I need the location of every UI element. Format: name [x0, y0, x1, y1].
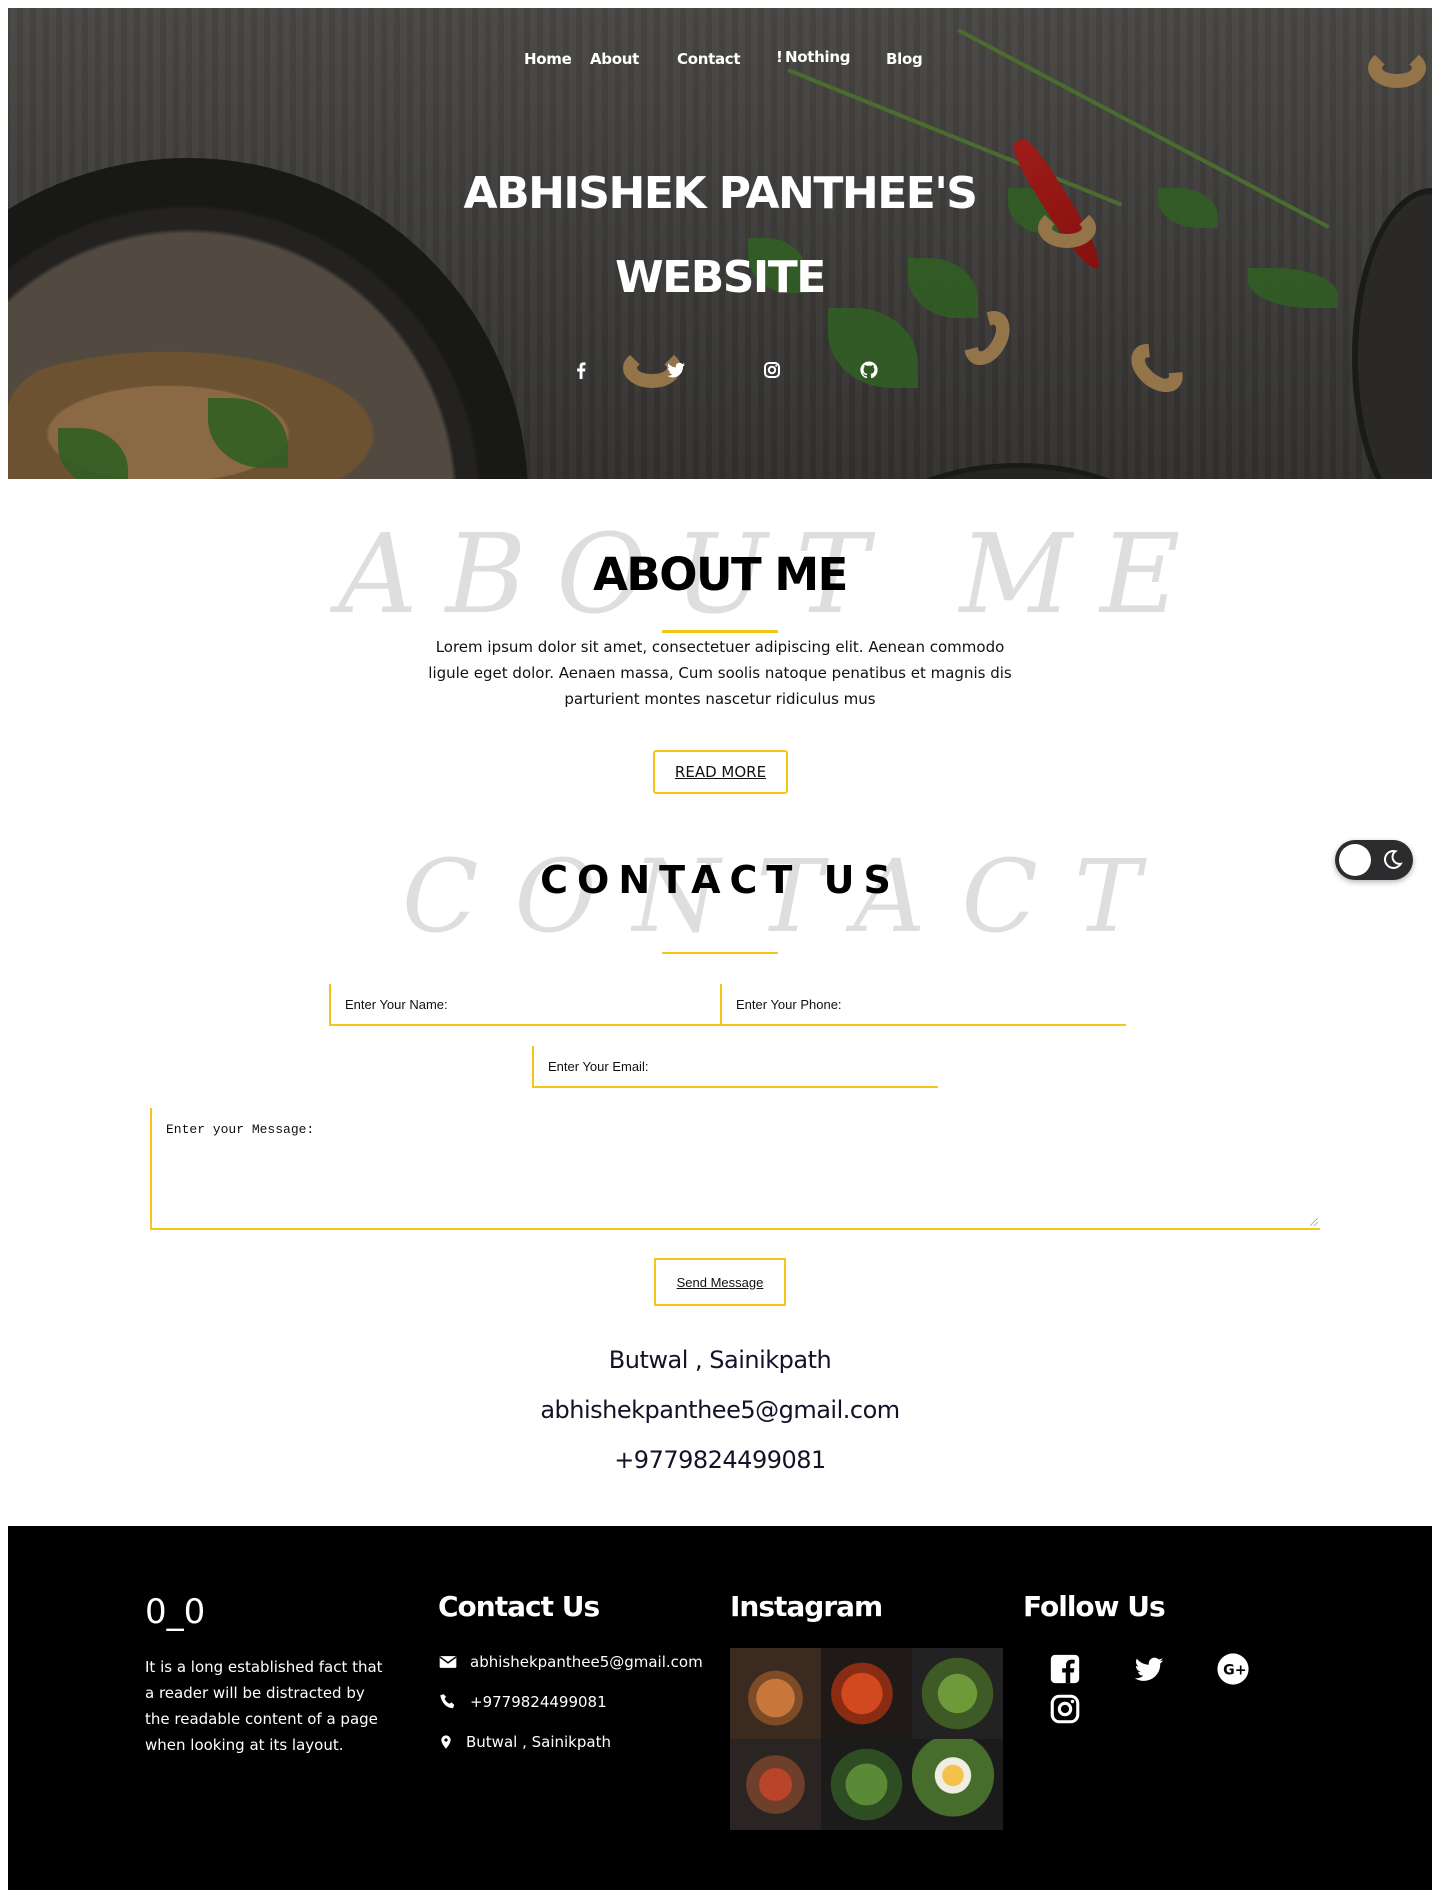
main-nav: Home About Contact ! Nothing Blog [8, 48, 1432, 72]
nav-about[interactable]: About [590, 50, 639, 68]
nav-contact[interactable]: Contact [677, 50, 741, 68]
about-heading: ABOUT ME [593, 548, 848, 601]
svg-text:G+: G+ [1223, 1663, 1246, 1679]
github-icon[interactable] [857, 358, 881, 382]
contact-heading: CONTACT US [540, 858, 900, 902]
exclamation-icon: ! [776, 48, 783, 66]
footer-follow-heading: Follow Us [1023, 1590, 1166, 1623]
facebook-square-icon[interactable] [1048, 1652, 1082, 1686]
name-input[interactable]: Enter Your Name: [329, 984, 721, 1026]
nav-blog[interactable]: Blog [886, 50, 923, 68]
instagram-photo[interactable] [912, 1739, 1003, 1830]
footer-email: abhishekpanthee5@gmail.com [470, 1653, 703, 1671]
instagram-photo[interactable] [821, 1648, 912, 1739]
contact-address: Butwal , Sainikpath [608, 1346, 832, 1374]
google-plus-icon[interactable]: G+ [1216, 1652, 1250, 1686]
facebook-icon[interactable] [569, 358, 593, 382]
nav-nothing-label: Nothing [785, 48, 851, 66]
instagram-icon[interactable] [1048, 1692, 1082, 1726]
footer-phone: +9779824499081 [470, 1693, 607, 1711]
footer-about-text: It is a long established fact that a rea… [145, 1658, 383, 1754]
envelope-icon [439, 1656, 457, 1668]
nav-home[interactable]: Home [524, 50, 572, 68]
twitter-icon[interactable] [664, 358, 688, 382]
hero-title-line1: ABHISHEK PANTHEE'S [463, 168, 978, 219]
contact-phone: +9779824499081 [614, 1446, 826, 1474]
message-placeholder: Enter your Message: [166, 1122, 315, 1137]
message-textarea[interactable]: Enter your Message: [150, 1108, 1320, 1230]
send-message-button[interactable]: Send Message [654, 1258, 786, 1306]
phone-input[interactable]: Enter Your Phone: [720, 984, 1126, 1026]
hero-banner: Home About Contact ! Nothing Blog ABHISHE… [8, 8, 1432, 479]
resize-handle[interactable] [1310, 1218, 1318, 1226]
instagram-icon[interactable] [760, 358, 784, 382]
twitter-icon[interactable] [1132, 1652, 1166, 1686]
footer-address-row: Butwal , Sainikpath [438, 1732, 611, 1752]
instagram-photo[interactable] [912, 1648, 1003, 1739]
about-divider [662, 630, 778, 633]
instagram-photo[interactable] [730, 1739, 821, 1830]
read-more-button[interactable]: READ MORE [653, 750, 788, 794]
instagram-photo[interactable] [730, 1648, 821, 1739]
footer-instagram-heading: Instagram [730, 1590, 883, 1623]
footer-address: Butwal , Sainikpath [466, 1733, 611, 1751]
map-marker-icon [441, 1735, 451, 1749]
nav-nothing[interactable]: ! Nothing [776, 48, 850, 66]
phone-icon [440, 1694, 455, 1709]
instagram-photo[interactable] [821, 1739, 912, 1830]
footer: 0_0 It is a long established fact that a… [8, 1526, 1432, 1890]
email-input[interactable]: Enter Your Email: [532, 1046, 938, 1088]
footer-logo: 0_0 [145, 1592, 206, 1632]
footer-phone-row[interactable]: +9779824499081 [438, 1692, 607, 1712]
hero-title-line2: WEBSITE [615, 252, 826, 303]
footer-email-row[interactable]: abhishekpanthee5@gmail.com [438, 1652, 703, 1672]
contact-email: abhishekpanthee5@gmail.com [540, 1396, 900, 1424]
contact-divider [662, 952, 778, 954]
hero-overlay [8, 8, 1432, 479]
about-body: Lorem ipsum dolor sit amet, consectetuer… [428, 638, 1012, 708]
footer-contact-heading: Contact Us [438, 1590, 600, 1623]
